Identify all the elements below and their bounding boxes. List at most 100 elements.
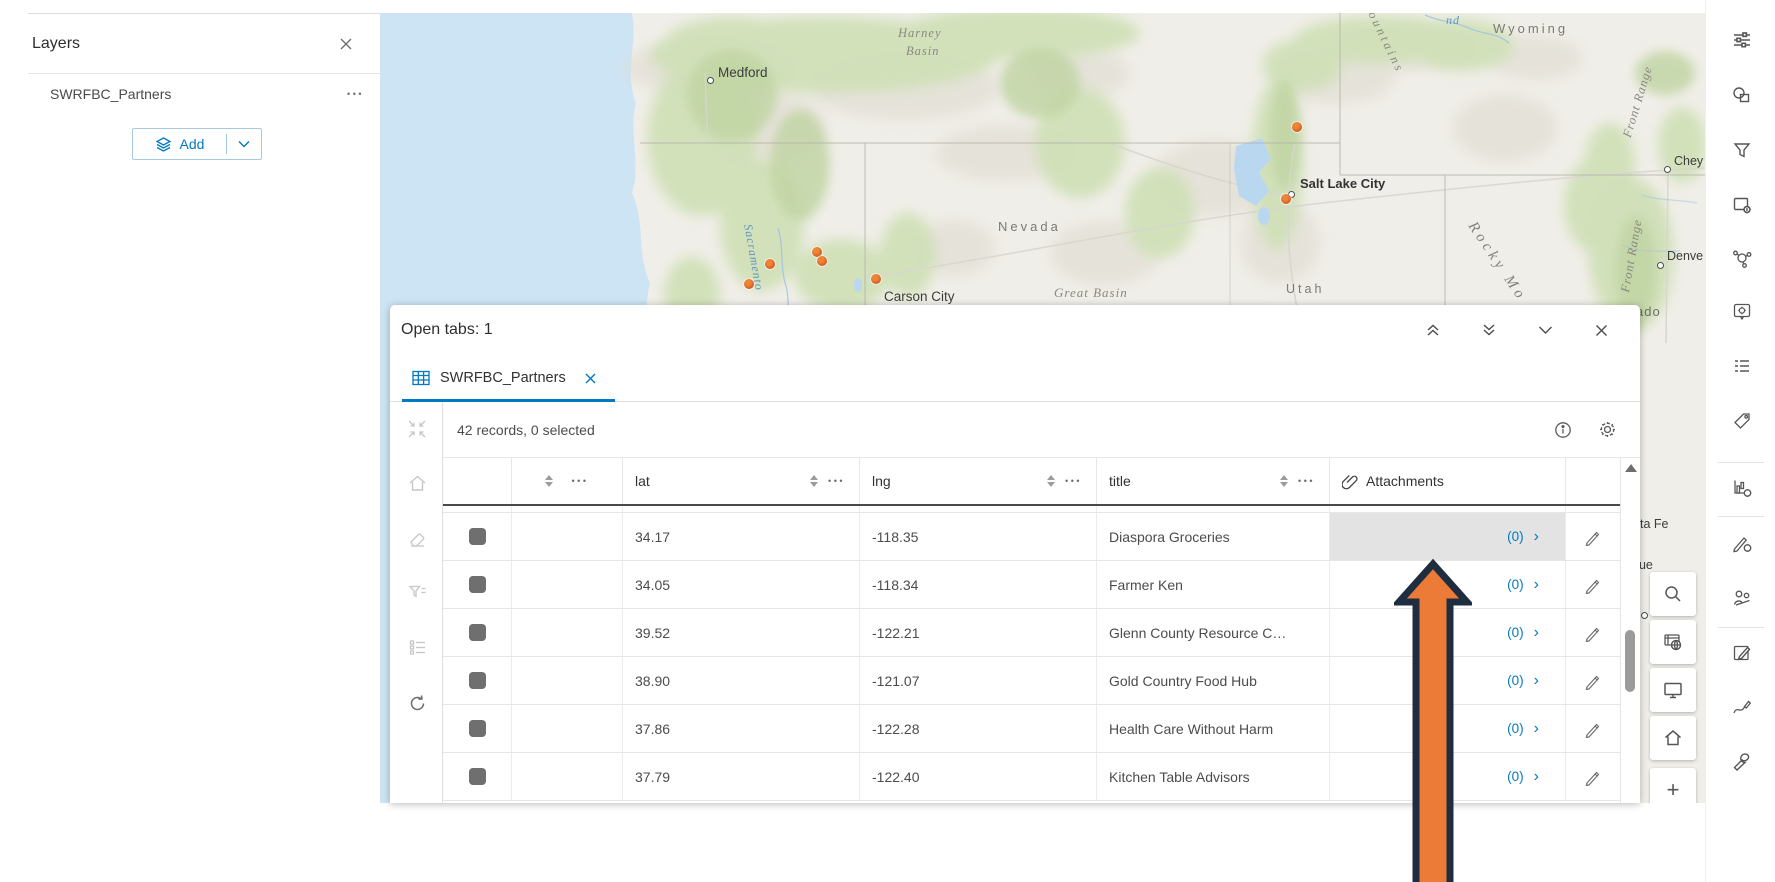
row-checkbox[interactable] [469, 672, 486, 689]
refresh-button[interactable] [404, 690, 430, 716]
map-screen-button[interactable] [1650, 668, 1696, 712]
header-title[interactable]: title ••• [1097, 458, 1330, 504]
sliders-icon [1731, 29, 1753, 51]
attachments-link[interactable]: (0) [1507, 625, 1524, 640]
tool-utility[interactable] [1730, 750, 1754, 774]
attachments-link[interactable]: (0) [1507, 577, 1524, 592]
header-lng[interactable]: lng ••• [860, 458, 1097, 504]
table-row: 37.86 -122.28 Health Care Without Harm (… [443, 705, 1620, 753]
cell-attachments[interactable]: (0) › [1330, 561, 1566, 608]
tool-styles[interactable] [1730, 83, 1754, 107]
tool-filter[interactable] [1730, 138, 1754, 162]
table-scrollbar[interactable] [1620, 458, 1640, 803]
edit-row-button[interactable] [1584, 720, 1602, 738]
column-menu-icon[interactable]: ••• [1298, 476, 1315, 486]
cell-lat: 34.17 [623, 513, 860, 560]
map-home-button[interactable] [1650, 716, 1696, 760]
tool-sketch[interactable] [1730, 641, 1754, 665]
tool-form-settings[interactable] [1730, 531, 1754, 555]
display-filter-button[interactable] [404, 578, 430, 604]
tool-fields[interactable] [1730, 354, 1754, 378]
tool-charts[interactable] [1730, 476, 1754, 500]
partner-point[interactable] [871, 274, 881, 284]
partner-point[interactable] [1281, 194, 1291, 204]
map-zoom-in-button[interactable]: + [1650, 768, 1696, 803]
clear-selection-button[interactable] [404, 526, 430, 552]
row-checkbox[interactable] [469, 528, 486, 545]
add-dropdown-button[interactable] [227, 140, 261, 148]
close-icon [1594, 323, 1609, 338]
table-panel-header: Open tabs: 1 [390, 305, 1640, 355]
cell-attachments[interactable]: (0) › [1330, 609, 1566, 656]
header-objectid[interactable]: ••• [512, 458, 623, 504]
tool-sharing[interactable] [1730, 586, 1754, 610]
attachments-link[interactable]: (0) [1507, 769, 1524, 784]
cell-attachments[interactable]: (0) › [1330, 705, 1566, 752]
attachments-link[interactable]: (0) [1507, 673, 1524, 688]
scroll-up-arrow[interactable] [1625, 464, 1637, 472]
sort-icon[interactable] [544, 474, 554, 488]
map-search-button[interactable] [1650, 572, 1696, 616]
sort-icon[interactable] [1046, 474, 1056, 488]
layers-panel: Layers SWRFBC_Partners ••• Add [28, 13, 380, 803]
tool-aggregation[interactable] [1730, 246, 1754, 270]
people-icon [1731, 587, 1753, 609]
row-checkbox[interactable] [469, 624, 486, 641]
layer-list-item[interactable]: SWRFBC_Partners ••• [28, 74, 380, 114]
partner-point[interactable] [1292, 122, 1302, 132]
edit-row-button[interactable] [1584, 576, 1602, 594]
attachments-link[interactable]: (0) [1507, 529, 1524, 544]
table-settings-button[interactable] [1594, 417, 1620, 443]
table-info-button[interactable] [1550, 417, 1576, 443]
edit-row-button[interactable] [1584, 672, 1602, 690]
header-select-all[interactable] [443, 458, 512, 504]
sort-icon[interactable] [1279, 474, 1289, 488]
tool-effects[interactable] [1730, 193, 1754, 217]
tool-popups[interactable] [1730, 300, 1754, 324]
zoom-to-selection-button[interactable] [404, 416, 430, 442]
row-checkbox[interactable] [469, 720, 486, 737]
chevron-right-icon: › [1534, 577, 1539, 593]
home-icon [1662, 727, 1684, 749]
partner-point[interactable] [744, 279, 754, 289]
cell-attachments[interactable]: (0) › [1330, 753, 1566, 800]
row-checkbox[interactable] [469, 576, 486, 593]
label-tag-icon [1731, 410, 1753, 432]
chevron-down-icon [1538, 325, 1553, 335]
collapse-panel-button[interactable] [1474, 315, 1504, 345]
home-extent-button[interactable] [404, 470, 430, 496]
column-menu-icon[interactable]: ••• [572, 476, 589, 486]
cell-title: Glenn County Resource C… [1097, 609, 1330, 656]
partner-point[interactable] [765, 259, 775, 269]
cell-attachments[interactable]: (0) › [1330, 513, 1566, 560]
cell-lng: -122.21 [860, 609, 1097, 656]
show-fields-button[interactable] [404, 634, 430, 660]
column-menu-icon[interactable]: ••• [828, 476, 845, 486]
add-layer-button[interactable]: Add [132, 128, 262, 160]
minimize-panel-button[interactable] [1530, 315, 1560, 345]
attachments-link[interactable]: (0) [1507, 721, 1524, 736]
edit-row-button[interactable] [1584, 624, 1602, 642]
cell-attachments[interactable]: (0) › [1330, 657, 1566, 704]
edit-row-button[interactable] [1584, 768, 1602, 786]
header-lat[interactable]: lat ••• [623, 458, 860, 504]
layer-options-menu-icon[interactable]: ••• [347, 89, 364, 99]
layers-panel-close-button[interactable] [338, 36, 354, 52]
sort-icon[interactable] [809, 474, 819, 488]
tool-labels[interactable] [1730, 409, 1754, 433]
edit-row-button[interactable] [1584, 528, 1602, 546]
scrollbar-thumb[interactable] [1625, 630, 1635, 692]
tool-properties[interactable] [1730, 28, 1754, 52]
expand-panel-button[interactable] [1418, 315, 1448, 345]
header-attachments[interactable]: Attachments [1330, 458, 1566, 504]
close-panel-button[interactable] [1586, 315, 1616, 345]
paperclip-icon [1342, 473, 1358, 490]
city-marker-cheyenne [1664, 166, 1671, 173]
tab-close-button[interactable] [584, 372, 597, 385]
partner-point[interactable] [817, 256, 827, 266]
tab-swrfbc-partners[interactable]: SWRFBC_Partners [390, 355, 615, 401]
column-menu-icon[interactable]: ••• [1065, 476, 1082, 486]
tool-draw[interactable] [1730, 696, 1754, 720]
map-basemap-button[interactable] [1650, 620, 1696, 664]
row-checkbox[interactable] [469, 768, 486, 785]
